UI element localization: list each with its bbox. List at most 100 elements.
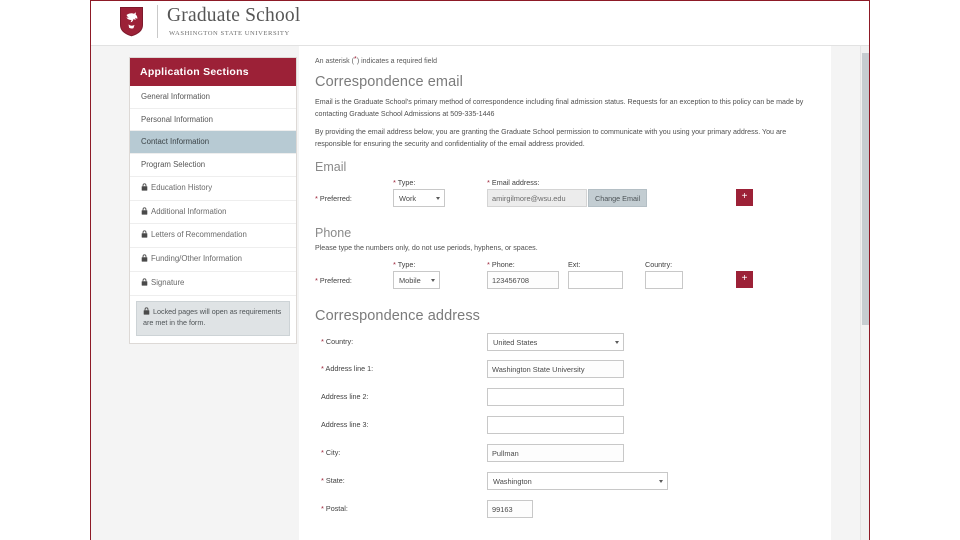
lock-icon — [143, 307, 150, 319]
required-note-suffix: ) indicates a required field — [356, 58, 437, 65]
add-email-button[interactable]: + — [736, 188, 753, 206]
address-line-3-label: Address line 3: — [321, 419, 369, 429]
lock-icon — [141, 254, 148, 265]
correspondence-email-heading: Correspondence email — [315, 74, 463, 90]
asterisk-icon: * — [321, 475, 324, 485]
email-address-input[interactable]: amirgilmore@wsu.edu — [487, 188, 587, 207]
locked-note-text: Locked pages will open as requirements a… — [143, 306, 282, 328]
state-select[interactable]: Washington — [487, 471, 668, 490]
locked-pages-note: Locked pages will open as requirements a… — [136, 300, 290, 337]
site-header: Graduate School WASHINGTON STATE UNIVERS… — [91, 1, 869, 46]
state-form-row: * State: Washington — [315, 470, 811, 498]
email-subheading: Email — [315, 159, 347, 174]
sidebar-item-label: Additional Information — [151, 206, 227, 216]
sidebar-item-additional-information[interactable]: Additional Information — [130, 201, 296, 225]
brand-title: Graduate School — [167, 5, 301, 26]
phone-hint: Please type the numbers only, do not use… — [315, 243, 538, 252]
sidebar-item-education-history[interactable]: Education History — [130, 177, 296, 201]
postal-value: 99163 — [492, 504, 513, 514]
sidebar-item-signature[interactable]: Signature — [130, 272, 296, 296]
correspondence-address-heading: Correspondence address — [315, 307, 481, 324]
sidebar-item-label: General Information — [141, 92, 210, 101]
address-line-1-value: Washington State University — [492, 364, 585, 374]
address3-form-row: Address line 3: — [315, 414, 811, 442]
phone-preferred-label: * Preferred: — [315, 275, 352, 285]
asterisk-icon: * — [315, 193, 318, 203]
address-line-1-input[interactable]: Washington State University — [487, 359, 624, 378]
address-line-2-label: Address line 2: — [321, 391, 369, 401]
change-email-button[interactable]: Change Email — [588, 188, 648, 207]
sidebar-title: Application Sections — [130, 58, 296, 86]
sidebar-item-label: Program Selection — [141, 160, 206, 170]
add-phone-button[interactable]: + — [736, 270, 753, 288]
phone-number-value: 123456708 — [492, 275, 529, 285]
asterisk-icon: * — [321, 447, 324, 457]
scrollbar-thumb[interactable] — [862, 53, 869, 325]
wsu-cougar-shield-icon — [119, 6, 144, 37]
sidebar-item-label: Contact Information — [141, 137, 210, 147]
asterisk-icon: * — [393, 177, 396, 187]
city-input[interactable]: Pullman — [487, 443, 624, 462]
email-address-value: amirgilmore@wsu.edu — [492, 193, 566, 203]
address1-form-row: * Address line 1: Washington State Unive… — [315, 358, 811, 386]
address-line-2-input[interactable] — [487, 387, 624, 406]
email-preferred-label: * Preferred: — [315, 193, 352, 203]
phone-country-input[interactable] — [645, 270, 683, 289]
city-form-row: * City: Pullman — [315, 442, 811, 470]
sidebar-item-letters-of-recommendation[interactable]: Letters of Recommendation — [130, 224, 296, 249]
country-label: * Country: — [321, 336, 354, 346]
sidebar-item-label: Signature — [151, 277, 185, 287]
phone-number-input[interactable]: 123456708 — [487, 270, 559, 289]
email-form-row: * Type: * Email address: * Preferred: Wo… — [315, 178, 811, 216]
page-body: Application Sections General Information… — [91, 46, 869, 540]
state-label: * State: — [321, 475, 345, 485]
postal-form-row: * Postal: 99163 — [315, 498, 811, 526]
sidebar-item-label: Personal Information — [141, 114, 213, 124]
lock-icon — [141, 183, 148, 194]
phone-number-label: * Phone: — [487, 259, 515, 269]
city-value: Pullman — [492, 448, 519, 458]
chevron-down-icon — [436, 196, 440, 200]
required-note-prefix: An asterisk ( — [315, 58, 354, 65]
lock-icon — [141, 230, 148, 241]
asterisk-icon: * — [315, 275, 318, 285]
postal-input[interactable]: 99163 — [487, 499, 533, 518]
country-select[interactable]: United States — [487, 332, 624, 351]
address-line-3-input[interactable] — [487, 415, 624, 434]
country-form-row: * Country: United States — [315, 331, 811, 358]
lock-icon — [141, 207, 148, 218]
asterisk-icon: * — [321, 336, 324, 346]
sidebar-item-personal-information[interactable]: Personal Information — [130, 109, 296, 132]
sidebar-item-label: Funding/Other Information — [151, 254, 243, 264]
sidebar-item-general-information[interactable]: General Information — [130, 86, 296, 109]
email-type-value: Work — [399, 193, 417, 203]
brand-subtitle: WASHINGTON STATE UNIVERSITY — [169, 30, 290, 37]
asterisk-icon: * — [487, 259, 490, 269]
postal-label: * Postal: — [321, 503, 348, 513]
email-type-select[interactable]: Work — [393, 188, 445, 207]
city-label: * City: — [321, 447, 341, 457]
phone-type-select[interactable]: Mobile — [393, 270, 440, 289]
email-paragraph-2: By providing the email address below, yo… — [315, 128, 787, 149]
sidebar-item-label: Education History — [151, 182, 213, 192]
asterisk-icon: * — [321, 363, 324, 373]
phone-country-label: Country: — [645, 259, 673, 269]
email-type-label: * Type: — [393, 177, 416, 187]
application-sections-sidebar: Application Sections General Information… — [129, 57, 297, 345]
sidebar-item-label: Letters of Recommendation — [151, 230, 247, 240]
main-content-card: An asterisk ( * ) indicates a required fie… — [299, 46, 831, 540]
sidebar-item-contact-information[interactable]: Contact Information — [130, 131, 296, 155]
sidebar-item-program-selection[interactable]: Program Selection — [130, 154, 296, 177]
asterisk-icon: * — [393, 259, 396, 269]
state-value: Washington — [493, 476, 532, 486]
phone-type-value: Mobile — [399, 275, 421, 285]
browser-page-frame: Graduate School WASHINGTON STATE UNIVERS… — [90, 0, 870, 540]
asterisk-icon: * — [487, 177, 490, 187]
sidebar-item-funding-other-information[interactable]: Funding/Other Information — [130, 248, 296, 272]
country-value: United States — [493, 337, 538, 347]
phone-ext-input[interactable] — [568, 270, 623, 289]
email-paragraph-1: Email is the Graduate School's primary m… — [315, 98, 804, 118]
address-line-1-label: * Address line 1: — [321, 363, 374, 373]
email-address-label: * Email address: — [487, 177, 540, 187]
vertical-scrollbar[interactable] — [860, 46, 869, 540]
